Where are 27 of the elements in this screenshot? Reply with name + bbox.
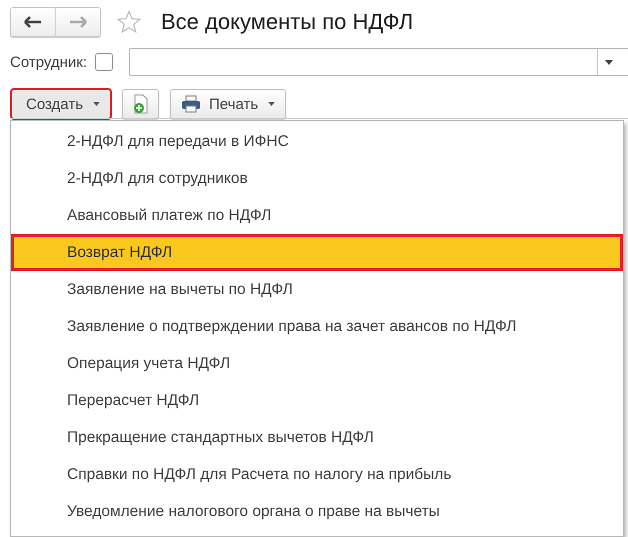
window-title: Все документы по НДФЛ bbox=[161, 9, 414, 35]
menu-item[interactable]: Заявление на вычеты по НДФЛ bbox=[11, 271, 623, 308]
menu-item[interactable]: 2-НДФЛ для сотрудников bbox=[11, 160, 623, 197]
printer-icon bbox=[181, 95, 202, 113]
add-document-icon bbox=[132, 94, 149, 114]
checkbox[interactable] bbox=[95, 53, 114, 71]
left-arrow-icon bbox=[24, 16, 42, 28]
add-document-button[interactable] bbox=[122, 89, 160, 119]
employee-field[interactable] bbox=[129, 48, 628, 76]
menu-item[interactable]: Авансовый платеж по НДФЛ bbox=[11, 197, 623, 234]
menu-item[interactable]: Прекращение стандартных вычетов НДФЛ bbox=[11, 419, 623, 456]
menu-item[interactable]: Уведомление налогового органа о праве на вычеты bbox=[11, 493, 623, 530]
menu-item[interactable]: Заявление о подтверждении права на зачет авансов по НДФЛ bbox=[11, 308, 623, 345]
print-button[interactable]: Печать bbox=[170, 89, 286, 119]
star-icon[interactable] bbox=[117, 10, 141, 34]
back-button[interactable] bbox=[10, 7, 56, 37]
field-label: Сотрудник: bbox=[10, 54, 88, 70]
menu-item[interactable]: Возврат НДФЛ bbox=[11, 234, 623, 271]
create-button[interactable]: Создать bbox=[11, 89, 112, 119]
menu-item[interactable]: 2-НДФЛ для передачи в ИФНС bbox=[11, 123, 623, 160]
menu-item[interactable]: Перерасчет НДФЛ bbox=[11, 382, 623, 419]
caret-icon bbox=[93, 102, 100, 106]
menu-item[interactable]: Операция учета НДФЛ bbox=[11, 345, 623, 382]
caret-icon bbox=[605, 60, 613, 64]
menu-item[interactable]: Справки по НДФЛ для Расчета по налогу на прибыль bbox=[11, 456, 623, 493]
right-arrow-icon bbox=[69, 16, 87, 28]
caret-icon bbox=[268, 102, 276, 106]
